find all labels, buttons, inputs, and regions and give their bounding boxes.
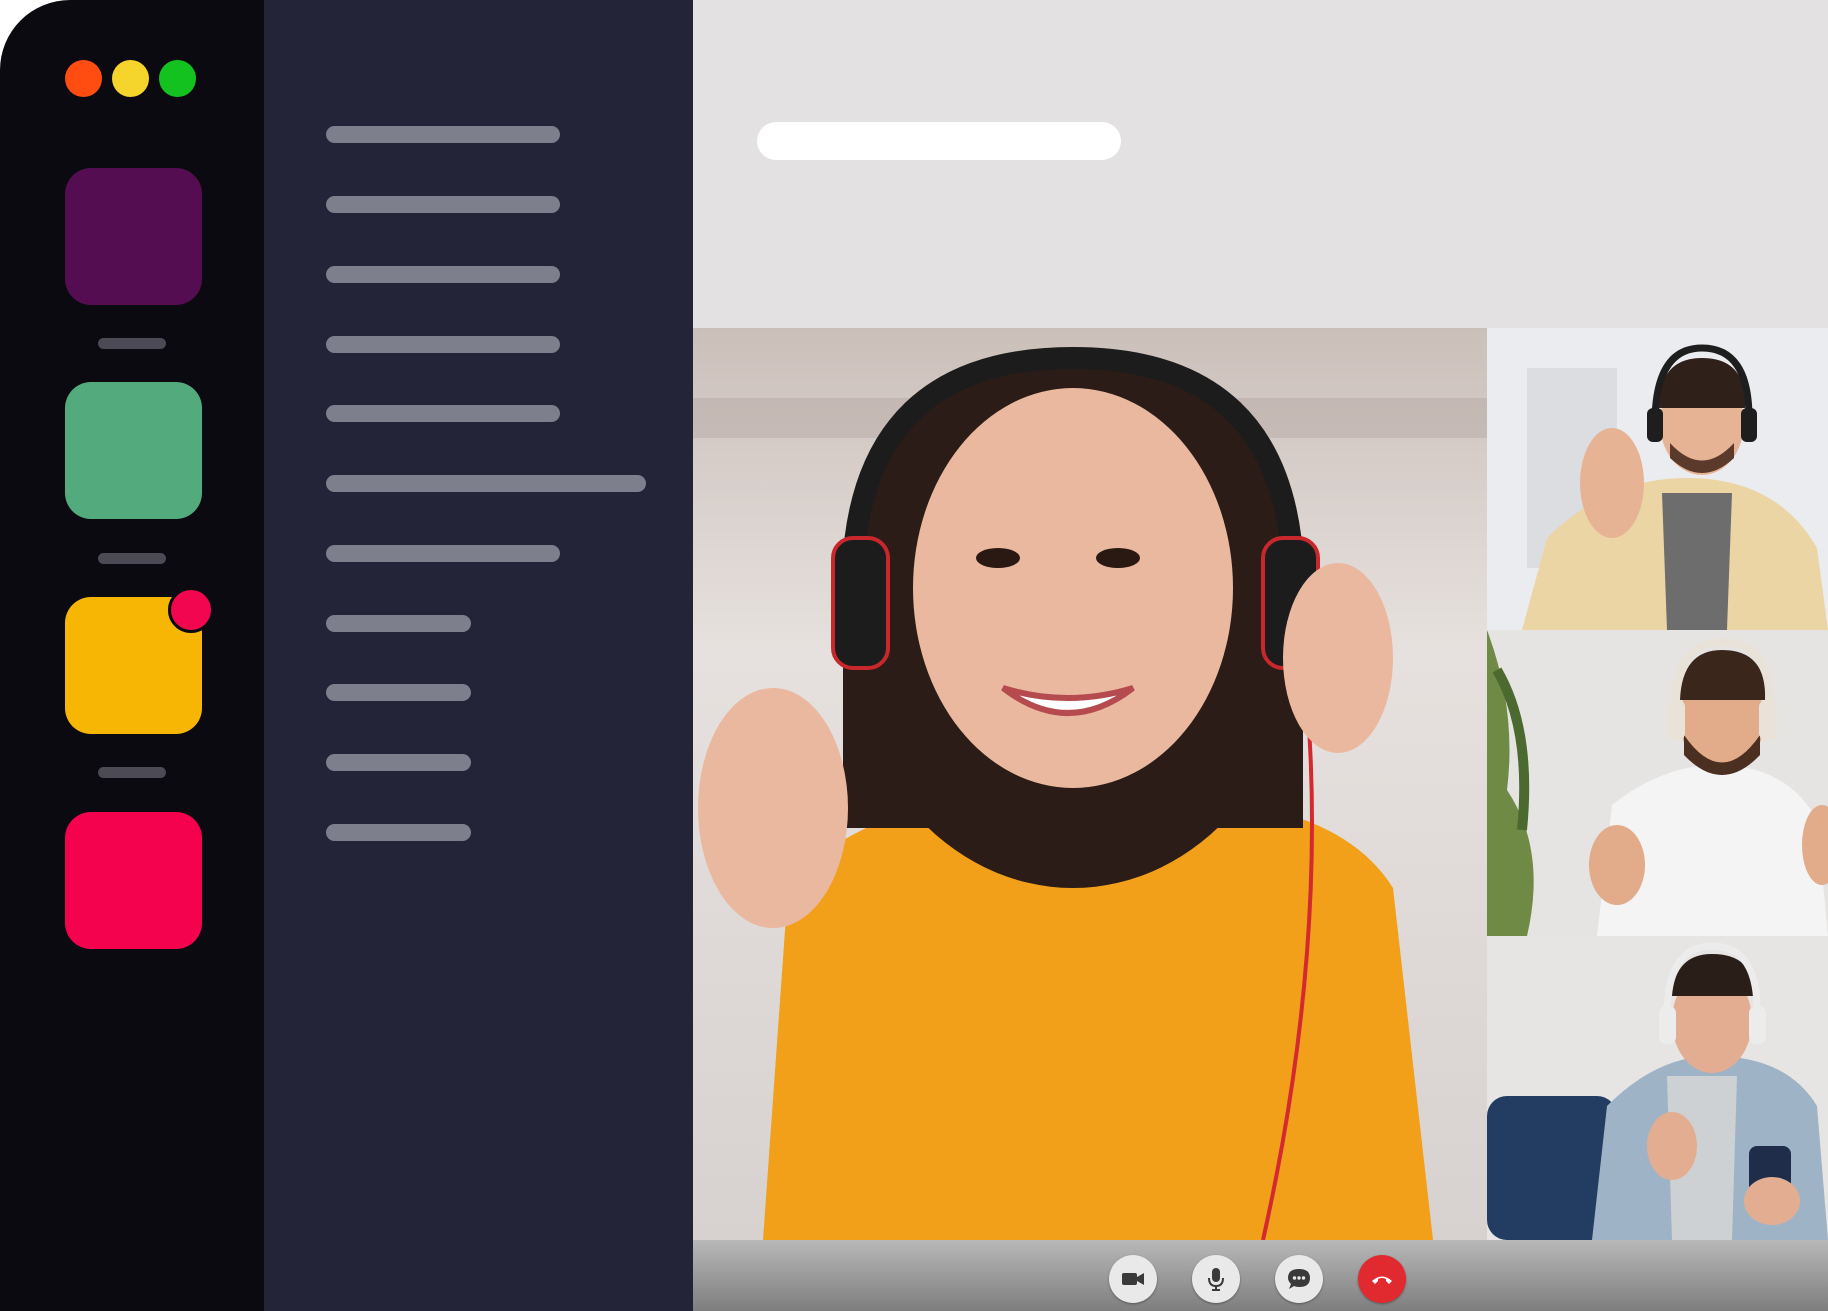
participant-video-3[interactable] bbox=[1487, 936, 1828, 1240]
workspace-label-placeholder bbox=[98, 338, 166, 349]
channel-item-placeholder[interactable] bbox=[326, 266, 560, 283]
phone-hangup-icon bbox=[1372, 1276, 1392, 1284]
call-controls-bar bbox=[693, 1240, 1828, 1311]
chat-button[interactable] bbox=[1275, 1255, 1323, 1303]
title-placeholder bbox=[757, 122, 1121, 160]
microphone-toggle-button[interactable] bbox=[1192, 1255, 1240, 1303]
channel-item-placeholder[interactable] bbox=[326, 545, 560, 562]
channel-item-placeholder[interactable] bbox=[326, 754, 471, 771]
channel-item-placeholder[interactable] bbox=[326, 684, 471, 701]
microphone-icon bbox=[1208, 1268, 1224, 1291]
channel-list-panel bbox=[264, 0, 693, 1311]
channel-item-placeholder[interactable] bbox=[326, 405, 560, 422]
window-controls bbox=[65, 60, 196, 97]
workspace-tile-purple[interactable] bbox=[65, 168, 202, 305]
notification-badge bbox=[168, 587, 214, 633]
minimize-window-button[interactable] bbox=[112, 60, 149, 97]
participant-video-2[interactable] bbox=[1487, 630, 1828, 936]
participant-video-frame bbox=[1487, 630, 1828, 936]
workspace-tile-pink[interactable] bbox=[65, 812, 202, 949]
workspace-label-placeholder bbox=[98, 553, 166, 564]
participant-video-1[interactable] bbox=[1487, 328, 1828, 630]
participant-video-frame bbox=[1487, 328, 1828, 630]
end-call-button[interactable] bbox=[1358, 1255, 1406, 1303]
video-camera-icon bbox=[1122, 1273, 1144, 1285]
channel-item-placeholder[interactable] bbox=[326, 196, 560, 213]
channel-item-placeholder[interactable] bbox=[326, 615, 471, 632]
close-window-button[interactable] bbox=[65, 60, 102, 97]
workspace-tile-green[interactable] bbox=[65, 382, 202, 519]
main-speaker-video[interactable] bbox=[693, 328, 1487, 1240]
speaker-video-frame bbox=[693, 328, 1487, 1240]
call-header bbox=[693, 0, 1828, 328]
workspace-tile-yellow[interactable] bbox=[65, 587, 214, 734]
maximize-window-button[interactable] bbox=[159, 60, 196, 97]
workspace-label-placeholder bbox=[98, 767, 166, 778]
channel-item-placeholder[interactable] bbox=[326, 824, 471, 841]
workspace-rail bbox=[0, 0, 264, 1311]
video-call-window bbox=[693, 0, 1828, 1311]
channel-item-placeholder[interactable] bbox=[326, 475, 646, 492]
channel-item-placeholder[interactable] bbox=[326, 126, 560, 143]
participant-video-frame bbox=[1487, 936, 1828, 1240]
camera-toggle-button[interactable] bbox=[1109, 1255, 1157, 1303]
chat-bubble-icon bbox=[1288, 1269, 1310, 1289]
channel-item-placeholder[interactable] bbox=[326, 336, 560, 353]
